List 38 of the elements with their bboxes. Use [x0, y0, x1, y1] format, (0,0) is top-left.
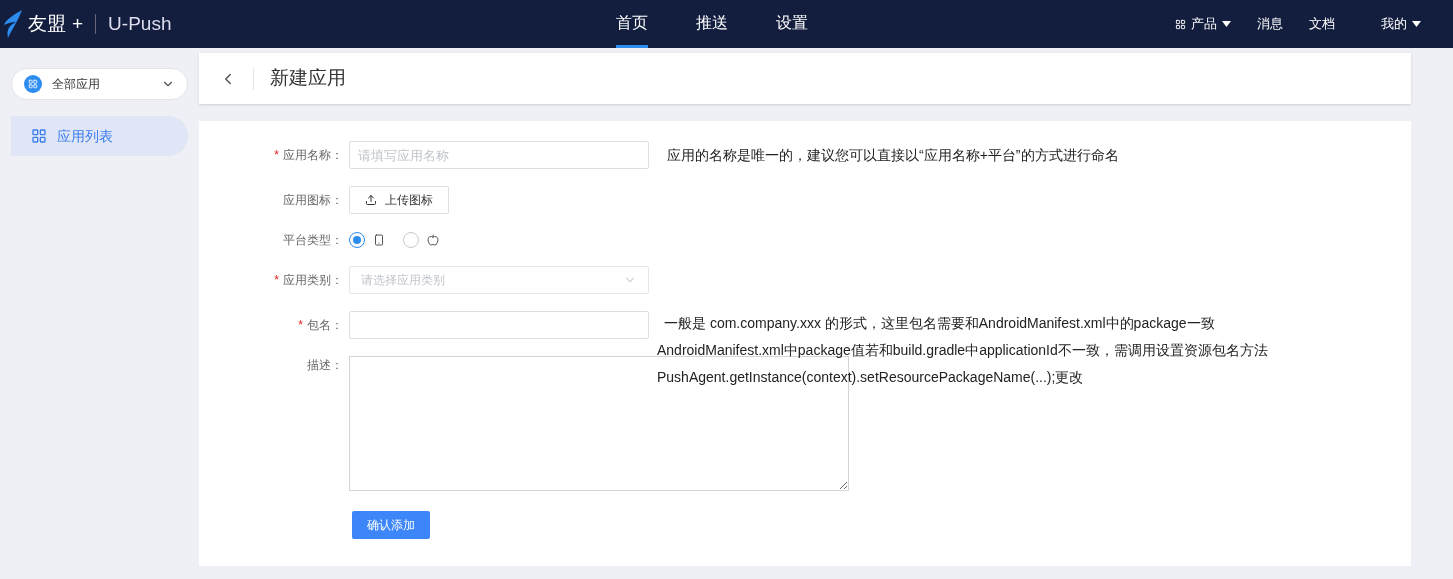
hint-text: AndroidManifest.xml中package值若和build.gradle中applicationId不一致，需调用设置资源包名方法	[657, 341, 1268, 360]
hint-text: 一般是 com.company.xxx 的形式，这里包名需要和AndroidManifest.xml中的package一致	[664, 314, 1216, 333]
header-menu-item[interactable]: 消息	[1257, 14, 1283, 34]
header-menu-item[interactable]: 我的	[1381, 14, 1421, 34]
nav-tab[interactable]: 设置	[776, 0, 808, 48]
caret-icon	[1222, 21, 1231, 27]
text-input[interactable]: 请填写应用名称	[349, 141, 649, 169]
required-mark: *	[274, 147, 279, 164]
field-label: 应用名称：	[283, 147, 343, 164]
field-label: 描述：	[307, 357, 343, 374]
hint-text: PushAgent.getInstance(context).setResourcePackageName(...);更改	[657, 368, 1085, 387]
required-mark: *	[274, 272, 279, 289]
required-mark: *	[298, 317, 303, 334]
caret-icon	[1412, 21, 1421, 27]
text-input[interactable]	[349, 311, 649, 339]
upload-icon	[365, 194, 377, 206]
field-label: 应用类别：	[283, 272, 343, 289]
brand-name: 友盟	[28, 11, 66, 36]
nav-tab[interactable]: 首页	[616, 0, 648, 48]
header-menu-item[interactable]: 产品	[1175, 14, 1231, 34]
grid-icon	[31, 128, 47, 144]
header-menu-item[interactable]: 文档	[1309, 14, 1335, 34]
bird-logo-icon	[2, 9, 24, 39]
app-grid-icon	[24, 75, 42, 93]
upload-button[interactable]: 上传图标	[349, 186, 449, 214]
product-name: U-Push	[108, 11, 172, 36]
field-label: 包名：	[307, 317, 343, 334]
field-label: 应用图标：	[283, 192, 343, 209]
page-title: 新建应用	[270, 66, 346, 91]
apple-icon	[427, 234, 439, 246]
app-selector[interactable]: 全部应用	[11, 68, 188, 100]
submit-button[interactable]: 确认添加	[352, 511, 430, 539]
hint-text: 应用的名称是唯一的，建议您可以直接以“应用名称+平台”的方式进行命名	[667, 145, 1119, 165]
field-label: 平台类型：	[283, 232, 343, 249]
brand-plus: +	[72, 11, 84, 36]
grid-icon	[1175, 18, 1186, 30]
nav-tab[interactable]: 推送	[696, 0, 728, 48]
select-placeholder: 请选择应用类别	[361, 272, 445, 289]
